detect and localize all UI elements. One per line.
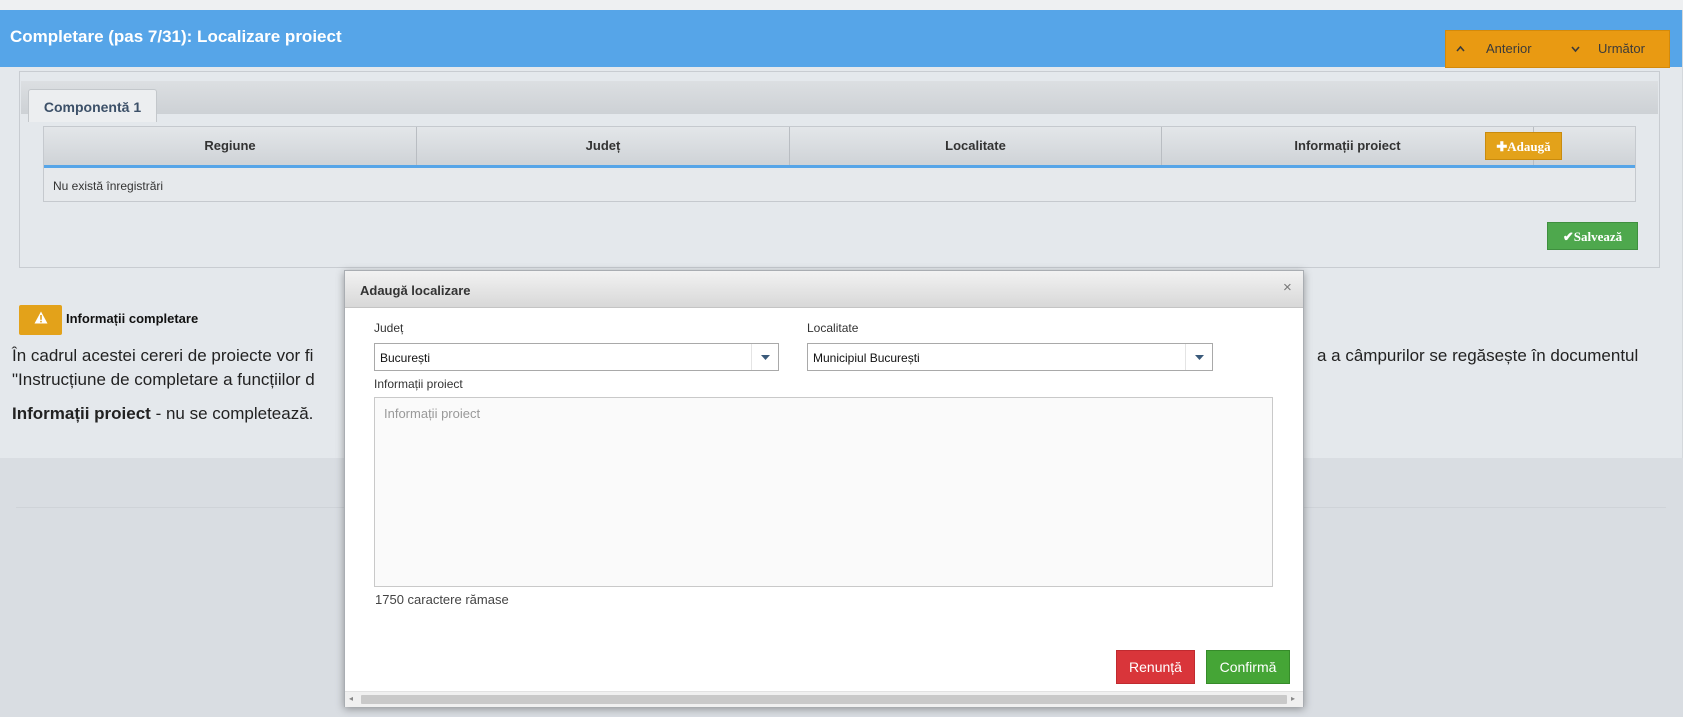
dropdown-arrow-icon <box>1185 344 1212 370</box>
cancel-button[interactable]: Renunță <box>1116 650 1195 684</box>
dropdown-arrow-icon <box>751 344 778 370</box>
step-navigation: Anterior Următor <box>1445 30 1670 68</box>
save-label: Salvează <box>1573 229 1623 244</box>
info-text-line-1: În cadrul acestei cereri de proiecte vor… <box>12 346 314 365</box>
tab-component-1[interactable]: Componentă 1 <box>28 89 157 122</box>
modal-title: Adaugă localizare <box>360 283 471 298</box>
judet-select[interactable]: București <box>374 343 779 371</box>
next-label: Următor <box>1598 41 1645 56</box>
info-field-note: - nu se completează. <box>150 404 314 423</box>
confirm-button[interactable]: Confirmă <box>1206 650 1290 684</box>
grid-empty-message: Nu există înregistrări <box>53 179 164 193</box>
localization-grid: Regiune Județ Localitate Informații proi… <box>43 126 1636 202</box>
scroll-right-icon[interactable]: ▸ <box>1291 694 1295 703</box>
localitate-value: Municipiul București <box>813 351 920 365</box>
close-icon[interactable]: × <box>1283 279 1292 296</box>
horizontal-scrollbar[interactable]: ◂ ▸ <box>345 691 1303 707</box>
column-header-regiune[interactable]: Regiune <box>44 127 417 165</box>
column-header-localitate[interactable]: Localitate <box>790 127 1162 165</box>
check-icon: ✔ <box>1562 229 1574 244</box>
grid-header: Regiune Județ Localitate Informații proi… <box>44 127 1635 168</box>
previous-label: Anterior <box>1486 41 1532 56</box>
scrollbar-thumb[interactable] <box>361 695 1287 704</box>
tab-strip: Componentă 1 <box>21 81 1658 122</box>
add-button[interactable]: ✚Adaugă <box>1485 132 1562 160</box>
judet-label: Județ <box>374 321 404 335</box>
warning-icon <box>34 311 48 329</box>
component-panel: Componentă 1 Regiune Județ Localitate In… <box>19 71 1660 268</box>
info-title: Informații completare <box>66 311 199 326</box>
next-button[interactable]: Următor <box>1558 31 1670 67</box>
column-header-judet[interactable]: Județ <box>417 127 790 165</box>
previous-button[interactable]: Anterior <box>1446 31 1558 67</box>
modal-header: Adaugă localizare × <box>345 271 1303 308</box>
plus-icon: ✚ <box>1496 139 1508 154</box>
warning-badge <box>19 305 62 335</box>
info-proiect-textarea[interactable] <box>374 397 1273 587</box>
top-strip <box>0 0 1683 10</box>
add-label: Adaugă <box>1507 139 1551 154</box>
scroll-left-icon[interactable]: ◂ <box>349 694 353 703</box>
page-title: Completare (pas 7/31): Localizare proiec… <box>10 27 342 46</box>
column-header-informatii[interactable]: Informații proiect <box>1162 127 1534 165</box>
info-text-line-3: Informații proiect - nu se completează. <box>12 404 313 424</box>
localitate-label: Localitate <box>807 321 859 335</box>
localitate-select[interactable]: Municipiul București <box>807 343 1213 371</box>
info-text-line-2: "Instrucțiune de completare a funcțiilor… <box>12 370 315 389</box>
info-proiect-label: Informații proiect <box>374 377 463 391</box>
chars-remaining: 1750 caractere rămase <box>375 592 509 607</box>
info-text-line-1-end: a a câmpurilor se regăsește în documentu… <box>1317 346 1639 365</box>
save-button[interactable]: ✔Salvează <box>1547 222 1638 250</box>
add-location-modal: Adaugă localizare × Județ București Loca… <box>344 270 1304 707</box>
info-field-name: Informații proiect <box>12 404 151 423</box>
judet-value: București <box>380 351 431 365</box>
